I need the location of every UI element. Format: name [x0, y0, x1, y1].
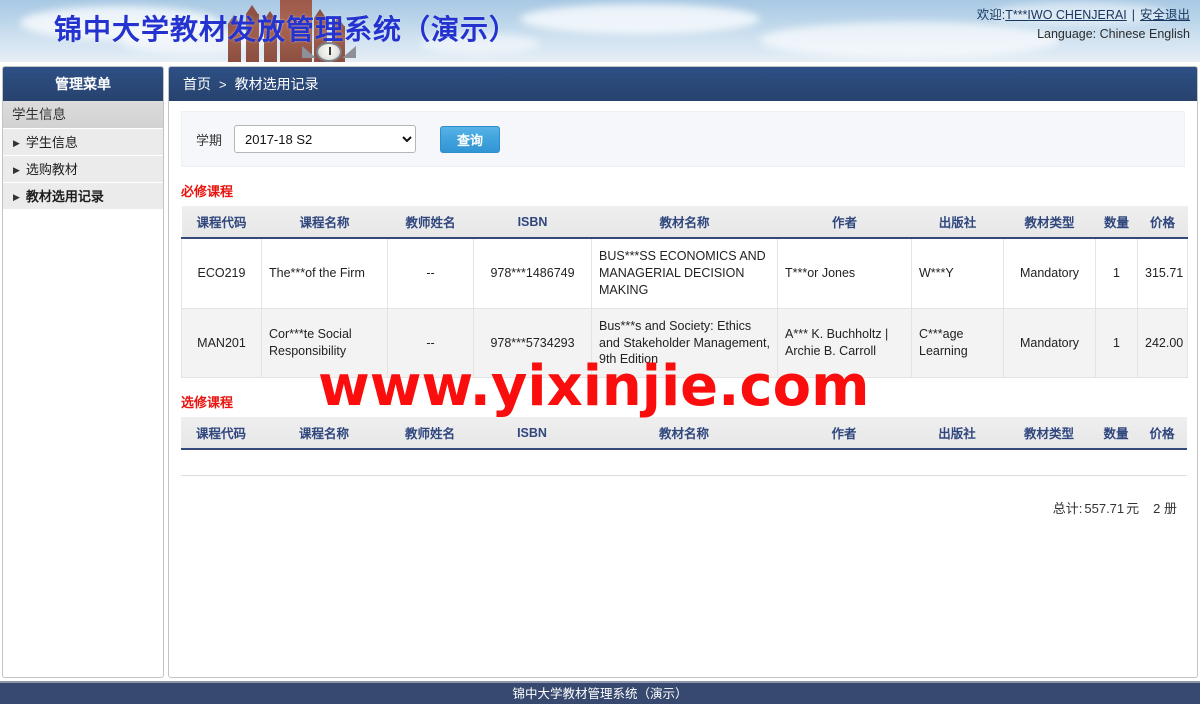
breadcrumb-separator: > [219, 77, 227, 92]
app-title: 锦中大学教材发放管理系统（演示） [54, 13, 519, 46]
cell-teacher: -- [387, 308, 474, 379]
cell-price: 242.00 [1137, 308, 1188, 379]
required-courses-table: 课程代码 课程名称 教师姓名 ISBN 教材名称 作者 出版社 教材类型 数量 … [181, 206, 1188, 379]
sidebar-header: 管理菜单 [3, 67, 163, 101]
elective-courses-table: 课程代码 课程名称 教师姓名 ISBN 教材名称 作者 出版社 教材类型 数量 … [181, 417, 1187, 476]
col-header-course-code: 课程代码 [181, 417, 261, 451]
sidebar-filler [3, 210, 163, 211]
empty-row [181, 449, 1187, 476]
table-row[interactable]: MAN201 Cor***te Social Responsibility --… [181, 308, 1188, 379]
cell-isbn: 978***1486749 [473, 238, 592, 309]
col-header-author: 作者 [777, 206, 912, 239]
cell-course-code: MAN201 [181, 308, 262, 379]
breadcrumb-home-link[interactable]: 首页 [183, 76, 211, 92]
cell-course-code: ECO219 [181, 238, 262, 309]
sidebar-section-student-info: 学生信息 [3, 101, 163, 129]
col-header-course-code: 课程代码 [181, 206, 262, 239]
col-header-teacher: 教师姓名 [387, 206, 474, 239]
sidebar-item-student-info[interactable]: ▶ 学生信息 [3, 129, 163, 156]
col-header-quantity: 数量 [1095, 206, 1138, 239]
term-select[interactable]: 2017-18 S2 [234, 125, 417, 153]
col-header-course-name: 课程名称 [261, 417, 387, 451]
cell-book-name: BUS***SS ECONOMICS AND MANAGERIAL DECISI… [591, 238, 778, 309]
welcome-line: 欢迎:T***IWO CHENJERAI | 安全退出 [977, 6, 1190, 25]
totals-line: 总计: 557.71 元 2 册 [169, 498, 1177, 517]
sidebar: 管理菜单 学生信息 ▶ 学生信息 ▶ 选购教材 ▶ 教材选用记录 [2, 66, 164, 678]
table-row[interactable]: ECO219 The***of the Firm -- 978***148674… [181, 238, 1188, 309]
cell-book-name: Bus***s and Society: Ethics and Stakehol… [591, 308, 778, 379]
totals-books-count: 2 册 [1153, 501, 1177, 517]
welcome-separator: | [1131, 8, 1135, 22]
sidebar-item-label: 选购教材 [25, 162, 78, 177]
required-courses-title: 必修课程 [181, 184, 234, 199]
filter-bar: 学期 2017-18 S2 查询 [181, 111, 1185, 167]
triangle-right-icon: ▶ [13, 138, 20, 148]
language-chinese-link[interactable]: Chinese [1100, 27, 1146, 41]
section-divider [181, 475, 1187, 477]
welcome-prefix: 欢迎: [976, 8, 1006, 22]
col-header-book-name: 教材名称 [591, 206, 778, 239]
col-header-quantity: 数量 [1095, 417, 1137, 451]
cell-publisher: C***age Learning [911, 308, 1004, 379]
cloud-decoration [520, 4, 760, 34]
col-header-course-name: 课程名称 [261, 206, 388, 239]
header-account-area: 欢迎:T***IWO CHENJERAI | 安全退出 Language: Chin… [977, 6, 1190, 45]
col-header-book-type: 教材类型 [1003, 206, 1096, 239]
page-root: 锦中大学教材发放管理系统（演示） 欢迎:T***IWO CHENJERAI | 安全… [0, 0, 1200, 704]
cell-author: A*** K. Buchholtz | Archie B. Carroll [777, 308, 912, 379]
user-name-link[interactable]: T***IWO CHENJERAI [1005, 8, 1127, 22]
totals-label: 总计: [1052, 501, 1083, 517]
col-header-book-name: 教材名称 [591, 417, 777, 451]
sidebar-item-label: 教材选用记录 [25, 189, 104, 204]
col-header-publisher: 出版社 [911, 206, 1004, 239]
cell-course-name: The***of the Firm [261, 238, 388, 309]
table-header-row: 课程代码 课程名称 教师姓名 ISBN 教材名称 作者 出版社 教材类型 数量 … [181, 206, 1188, 239]
cell-course-name: Cor***te Social Responsibility [261, 308, 388, 379]
col-header-isbn: ISBN [473, 206, 592, 239]
col-header-book-type: 教材类型 [1003, 417, 1095, 451]
col-header-teacher: 教师姓名 [387, 417, 473, 451]
totals-currency: 元 [1126, 501, 1140, 517]
page-footer: 锦中大学教材管理系统（演示） [0, 681, 1200, 704]
triangle-right-icon: ▶ [13, 192, 20, 202]
body-wrapper: 管理菜单 学生信息 ▶ 学生信息 ▶ 选购教材 ▶ 教材选用记录 首页 > 教材选用记录 … [0, 62, 1200, 681]
table-header-row: 课程代码 课程名称 教师姓名 ISBN 教材名称 作者 出版社 教材类型 数量 … [181, 417, 1187, 451]
triangle-right-icon: ▶ [13, 165, 20, 175]
cell-book-type: Mandatory [1003, 308, 1096, 379]
col-header-publisher: 出版社 [911, 417, 1003, 451]
cell-quantity: 1 [1095, 308, 1138, 379]
cell-author: T***or Jones [777, 238, 912, 309]
logout-link[interactable]: 安全退出 [1140, 8, 1190, 22]
cell-price: 315.71 [1137, 238, 1188, 309]
language-line: Language: Chinese English [977, 25, 1190, 44]
col-header-isbn: ISBN [473, 417, 591, 451]
totals-amount: 557.71 [1084, 501, 1125, 517]
language-english-link[interactable]: English [1149, 27, 1190, 41]
col-header-author: 作者 [777, 417, 911, 451]
content-panel: 首页 > 教材选用记录 学期 2017-18 S2 查询 必修课程 课程代码 课… [168, 66, 1198, 678]
cell-isbn: 978***5734293 [473, 308, 592, 379]
breadcrumb-current: 教材选用记录 [234, 76, 319, 92]
sidebar-item-textbook-records[interactable]: ▶ 教材选用记录 [3, 183, 163, 210]
sidebar-item-label: 学生信息 [25, 135, 78, 150]
cell-publisher: W***Y [911, 238, 1004, 309]
breadcrumb: 首页 > 教材选用记录 [169, 67, 1197, 101]
term-label: 学期 [196, 132, 223, 148]
query-button[interactable]: 查询 [440, 125, 501, 153]
cell-quantity: 1 [1095, 238, 1138, 309]
col-header-price: 价格 [1137, 417, 1187, 451]
header-banner: 锦中大学教材发放管理系统（演示） 欢迎:T***IWO CHENJERAI | 安全… [0, 0, 1200, 62]
sidebar-item-select-textbook[interactable]: ▶ 选购教材 [3, 156, 163, 183]
cell-teacher: -- [387, 238, 474, 309]
elective-courses-title: 选修课程 [181, 395, 234, 411]
cell-book-type: Mandatory [1003, 238, 1096, 309]
language-label: Language: [1037, 27, 1097, 42]
col-header-price: 价格 [1137, 206, 1188, 239]
